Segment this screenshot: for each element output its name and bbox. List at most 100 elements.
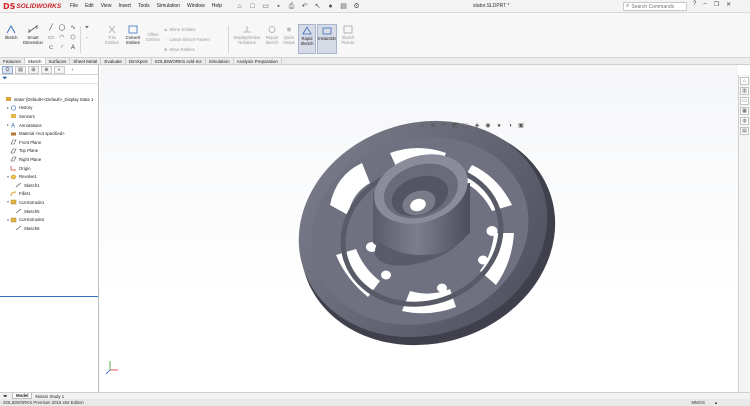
expand-panel-icon[interactable]: › bbox=[67, 66, 78, 74]
display-delete-relations-button[interactable]: Display/Delete Relations bbox=[231, 24, 263, 45]
zoom-area-icon[interactable]: ⊕ bbox=[429, 123, 437, 130]
offset-entities-button[interactable]: Offset Entities bbox=[144, 32, 162, 42]
display-manager-tab-icon[interactable]: ◐ bbox=[54, 66, 65, 74]
view-orientation-icon[interactable]: ⬚ bbox=[462, 123, 470, 130]
file-explorer-icon[interactable]: ▭ bbox=[740, 97, 749, 105]
dimxpert-manager-tab-icon[interactable]: ⊕ bbox=[41, 66, 52, 74]
tab-surfaces[interactable]: Surfaces bbox=[46, 58, 71, 64]
design-library-icon[interactable]: ▥ bbox=[740, 87, 749, 95]
feature-tree-item[interactable]: Sketch1 bbox=[0, 181, 98, 190]
feature-tree-item[interactable]: ▾ Cut-Extrude2 bbox=[0, 215, 98, 224]
tab-sheet-metal[interactable]: Sheet Metal bbox=[70, 58, 102, 64]
stator-model[interactable] bbox=[100, 65, 738, 392]
appearances-icon[interactable]: ◍ bbox=[740, 117, 749, 125]
circle-icon[interactable]: ◯ bbox=[58, 25, 66, 32]
feature-tree-item[interactable]: Sensors bbox=[0, 112, 98, 121]
view-settings-icon[interactable]: ▣ bbox=[517, 123, 525, 130]
rebuild-icon[interactable]: ● bbox=[326, 2, 335, 11]
feature-tree-item[interactable]: Sketch5 bbox=[0, 207, 98, 216]
select-icon[interactable]: ↖ bbox=[313, 2, 322, 11]
feature-tree-item[interactable]: ▸ History bbox=[0, 104, 98, 113]
mirror-entities-button[interactable]: ⇋ Mirror Entities bbox=[164, 27, 195, 32]
solidworks-logo[interactable]: DS SOLIDWORKS bbox=[3, 2, 61, 11]
sketch-button[interactable]: Sketch bbox=[3, 24, 19, 40]
move-entities-button[interactable]: ✥ Move Entities bbox=[164, 47, 195, 52]
feature-tree-item[interactable]: Front Plane bbox=[0, 138, 98, 147]
file-properties-icon[interactable]: ▤ bbox=[339, 2, 348, 11]
quick-snaps-button[interactable]: Quick Snaps bbox=[282, 24, 296, 45]
menu-edit[interactable]: Edit bbox=[85, 3, 94, 9]
undo-icon[interactable]: ↶ bbox=[300, 2, 309, 11]
solidworks-resources-icon[interactable]: ⌂ bbox=[740, 77, 749, 85]
apply-scene-icon[interactable]: ◑ bbox=[506, 123, 514, 130]
menu-simulation[interactable]: Simulation bbox=[157, 3, 180, 9]
tab-sketch[interactable]: Sketch bbox=[24, 58, 46, 64]
minimize-icon[interactable]: – bbox=[703, 1, 706, 8]
save-icon[interactable]: ▪ bbox=[274, 2, 283, 11]
arc-icon[interactable]: ◠ bbox=[58, 35, 66, 42]
tab-evaluate[interactable]: Evaluate bbox=[101, 58, 126, 64]
help-icon[interactable]: ? bbox=[693, 1, 696, 8]
property-manager-tab-icon[interactable]: ▤ bbox=[15, 66, 26, 74]
feature-tree-item[interactable]: Top Plane bbox=[0, 147, 98, 156]
feature-tree-item[interactable]: Sketch6 bbox=[0, 224, 98, 233]
slot-icon[interactable]: ⊂ bbox=[47, 45, 55, 52]
rapid-sketch-button[interactable]: Rapid Sketch bbox=[298, 24, 316, 54]
rollback-bar[interactable] bbox=[0, 296, 98, 297]
hide-show-items-icon[interactable]: ◉ bbox=[484, 123, 492, 130]
tab-solidworks-addins[interactable]: SOLIDWORKS Add-Ins bbox=[152, 58, 206, 64]
graphics-area[interactable]: ⌕ ⊕ ↶ ◩ ⬚ ◈ ◉ ● ◑ ▣ bbox=[100, 65, 738, 392]
menu-tools[interactable]: Tools bbox=[138, 3, 150, 9]
feature-tree-item[interactable]: Right Plane bbox=[0, 155, 98, 164]
instant2d-button[interactable]: Instant2D bbox=[317, 24, 337, 54]
feature-tree-tab-icon[interactable]: ⛭ bbox=[2, 66, 13, 74]
close-icon[interactable]: ✕ bbox=[726, 1, 731, 8]
smart-dimension-button[interactable]: Smart Dimension bbox=[22, 24, 44, 45]
print-icon[interactable]: ⎙ bbox=[287, 2, 296, 11]
tab-features[interactable]: Features bbox=[0, 58, 25, 64]
repair-sketch-button[interactable]: Repair Sketch bbox=[264, 24, 280, 45]
tab-dimxpert[interactable]: DimXpert bbox=[126, 58, 152, 64]
tab-motion-study[interactable]: Motion Study 1 bbox=[32, 394, 67, 399]
convert-entities-button[interactable]: Convert Entities bbox=[122, 24, 144, 45]
linear-sketch-pattern-button[interactable]: ⁘ Linear Sketch Pattern bbox=[164, 37, 210, 42]
menu-file[interactable]: File bbox=[70, 3, 78, 9]
text-icon[interactable]: A bbox=[69, 45, 77, 52]
configuration-manager-tab-icon[interactable]: ⊞ bbox=[28, 66, 39, 74]
spline-icon[interactable]: ∿ bbox=[69, 25, 77, 32]
rectangle-icon[interactable]: ▭ bbox=[47, 35, 55, 42]
previous-view-icon[interactable]: ↶ bbox=[440, 123, 448, 130]
feature-tree-item[interactable]: stator (Default<<Default>_Display State … bbox=[0, 95, 98, 104]
unit-system[interactable]: MMGS bbox=[691, 400, 704, 406]
feature-tree-item[interactable]: ▾ Cut-Extrude1 bbox=[0, 198, 98, 207]
point-icon[interactable]: · bbox=[83, 35, 91, 42]
fillet-sketch-icon[interactable]: ◜ bbox=[58, 45, 66, 52]
search-input[interactable] bbox=[631, 3, 682, 10]
edit-appearance-icon[interactable]: ● bbox=[495, 123, 503, 130]
units-dropdown-icon[interactable]: ▴ bbox=[715, 400, 717, 406]
options-icon[interactable]: ⚙ bbox=[352, 2, 361, 11]
feature-tree-item[interactable]: Fillet1 bbox=[0, 190, 98, 199]
line-icon[interactable]: ╱ bbox=[47, 25, 55, 32]
menu-help[interactable]: Help bbox=[212, 3, 222, 9]
menu-insert[interactable]: Insert bbox=[118, 3, 131, 9]
restore-icon[interactable]: ❐ bbox=[714, 1, 719, 8]
feature-tree-item[interactable]: Material <not specified> bbox=[0, 129, 98, 138]
polygon-icon[interactable]: ⬡ bbox=[69, 35, 77, 42]
zoom-to-fit-icon[interactable]: ⌕ bbox=[418, 123, 426, 130]
sketch-picture-button[interactable]: Sketch Picture bbox=[340, 24, 356, 45]
tab-simulation[interactable]: Simulation bbox=[206, 58, 234, 64]
open-icon[interactable]: ▭ bbox=[261, 2, 270, 11]
feature-tree-item[interactable]: ▾ Revolve1 bbox=[0, 172, 98, 181]
search-commands[interactable]: ⌕ bbox=[623, 2, 687, 11]
custom-properties-icon[interactable]: ▤ bbox=[740, 127, 749, 135]
view-palette-icon[interactable]: ▦ bbox=[740, 107, 749, 115]
construction-icon[interactable]: ⌖ bbox=[83, 25, 91, 32]
section-view-icon[interactable]: ◩ bbox=[451, 123, 459, 130]
trim-entities-button[interactable]: Trim Entities bbox=[103, 24, 121, 45]
feature-tree-item[interactable]: Origin bbox=[0, 164, 98, 173]
feature-tree-item[interactable]: ▸ A Annotations bbox=[0, 121, 98, 130]
tab-analysis-preparation[interactable]: Analysis Preparation bbox=[234, 58, 282, 64]
display-style-icon[interactable]: ◈ bbox=[473, 123, 481, 130]
menu-view[interactable]: View bbox=[101, 3, 112, 9]
